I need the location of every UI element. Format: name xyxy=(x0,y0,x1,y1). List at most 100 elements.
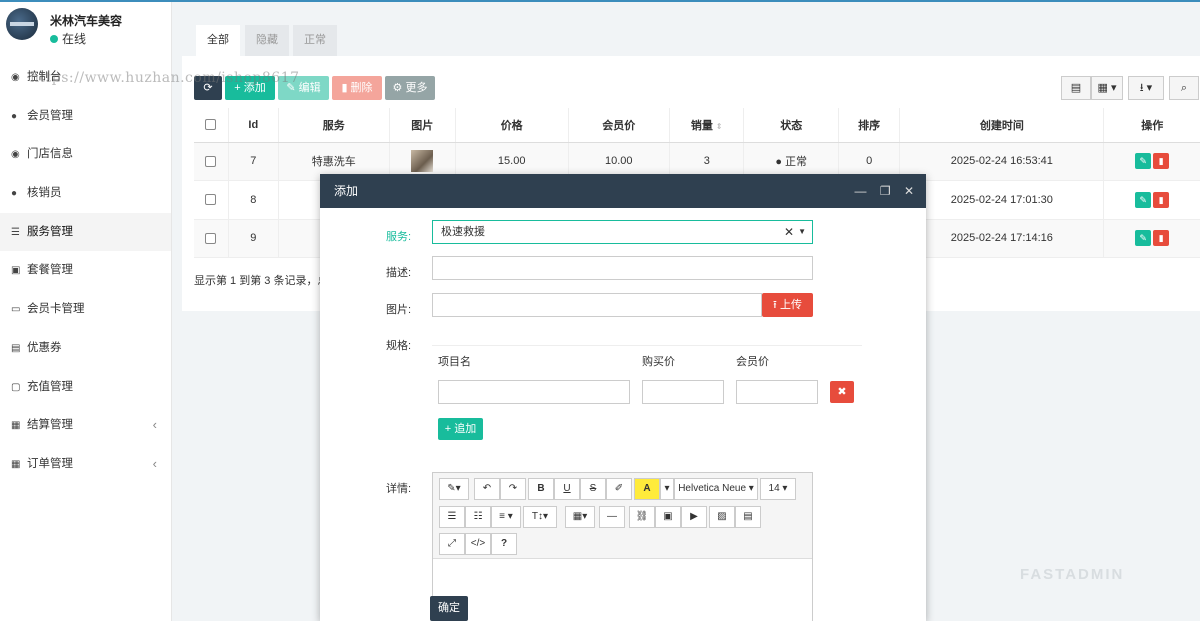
description-input[interactable] xyxy=(432,256,813,280)
sidebar-item-verifier[interactable]: ● 核销员 xyxy=(0,174,171,213)
add-dialog: 添加 — ❐ ✕ 服务: 极速救援 ✕ ▼ 描述: 图片: ⭱ 上传 规格: 项… xyxy=(320,174,926,621)
tab-hidden[interactable]: 隐藏 xyxy=(245,25,289,56)
sidebar-item-packages[interactable]: ▣ 套餐管理 xyxy=(0,251,171,290)
toggle-view-button[interactable]: ▤ xyxy=(1061,76,1091,100)
clear-format-button[interactable]: ✐ xyxy=(606,478,632,500)
minimize-icon[interactable]: — xyxy=(854,184,866,198)
confirm-button[interactable]: 确定 xyxy=(430,596,468,621)
redo-button[interactable]: ↷ xyxy=(500,478,526,500)
column-header[interactable]: Id xyxy=(228,108,279,143)
spec-price-input[interactable] xyxy=(642,380,724,404)
sidebar-item-label: 结算管理 xyxy=(27,419,73,432)
font-color-button[interactable]: A xyxy=(634,478,660,500)
cell-created: 2025-02-24 16:53:41 xyxy=(899,142,1105,181)
spec-header-price: 购买价 xyxy=(642,356,675,368)
edit-row-button[interactable]: ✎ xyxy=(1135,191,1152,208)
link-button[interactable]: ⛓ xyxy=(629,506,655,528)
row-select-cell[interactable] xyxy=(194,142,229,181)
top-accent-line xyxy=(0,0,1200,2)
upload-button[interactable]: ⭱ 上传 xyxy=(762,293,813,317)
user-icon: ● xyxy=(11,110,18,122)
code-view-button[interactable]: </> xyxy=(465,533,491,555)
dialog-controls: — ❐ ✕ xyxy=(844,174,914,208)
search-button[interactable]: ⌕ xyxy=(1169,76,1199,100)
url-watermark: https://www.huzhan.com/ishop8617 xyxy=(30,70,300,86)
avatar[interactable] xyxy=(6,8,38,40)
strikethrough-button[interactable]: S xyxy=(580,478,606,500)
sidebar-item-member-cards[interactable]: ▭ 会员卡管理 xyxy=(0,290,171,329)
table-button[interactable]: ▦▾ xyxy=(565,506,595,528)
add-spec-button[interactable]: + 追加 xyxy=(438,418,483,440)
more-button[interactable]: ⚙ 更多 xyxy=(385,76,435,100)
sidebar-item-settlement[interactable]: ▦ 结算管理 ‹ xyxy=(0,406,171,445)
editor-content-area[interactable] xyxy=(433,559,812,621)
cell-actions: ✎ ▮ xyxy=(1103,180,1200,220)
sidebar-item-orders[interactable]: ▦ 订单管理 ‹ xyxy=(0,445,171,484)
insert-image-file-button[interactable]: ▨ xyxy=(709,506,735,528)
sidebar-item-label: 会员管理 xyxy=(27,109,73,122)
tab-normal[interactable]: 正常 xyxy=(293,25,337,56)
line-height-button[interactable]: T↕▾ xyxy=(523,506,557,528)
delete-row-button[interactable]: ▮ xyxy=(1153,230,1170,247)
table-header-row: Id 服务 图片 价格 会员价 销量 ⇕ 状态 排序 创建时间 操作 xyxy=(194,108,1200,143)
image-input[interactable] xyxy=(432,293,762,317)
service-thumbnail[interactable] xyxy=(411,150,434,173)
tab-all[interactable]: 全部 xyxy=(196,25,240,56)
row-checkbox[interactable] xyxy=(205,232,217,244)
sidebar-item-store[interactable]: ◉ 门店信息 xyxy=(0,135,171,174)
briefcase-icon: ▦ xyxy=(11,420,21,432)
insert-file-button[interactable]: ▤ xyxy=(735,506,761,528)
editor-toolbar: ✎▾ ↶ ↷ B U S ✐ A ▾ Helvetica Neue ▾ 14 ▾… xyxy=(433,473,812,559)
sidebar-item-label: 充值管理 xyxy=(27,380,73,393)
sidebar-item-label: 会员卡管理 xyxy=(27,303,85,316)
column-header-label: 销量 xyxy=(690,119,713,132)
bold-button[interactable]: B xyxy=(528,478,554,500)
fullscreen-button[interactable]: ⤢ xyxy=(439,533,465,555)
row-select-cell[interactable] xyxy=(194,219,229,258)
close-icon[interactable]: ✕ xyxy=(904,184,914,198)
tab-bar: 全部 隐藏 正常 xyxy=(182,14,1200,56)
undo-button[interactable]: ↶ xyxy=(474,478,500,500)
export-dropdown-button[interactable]: ⭳ ▾ xyxy=(1128,76,1164,100)
money-icon: ▢ xyxy=(11,381,21,393)
edit-row-button[interactable]: ✎ xyxy=(1135,153,1152,170)
remove-spec-button[interactable]: ✖ xyxy=(830,381,854,403)
row-checkbox[interactable] xyxy=(205,194,217,206)
video-button[interactable]: ▶ xyxy=(681,506,707,528)
edit-row-button[interactable]: ✎ xyxy=(1135,230,1152,247)
image-button[interactable]: ▣ xyxy=(655,506,681,528)
chevron-left-icon: ‹ xyxy=(152,417,157,433)
delete-button[interactable]: ▮ 删除 xyxy=(332,76,382,100)
sidebar-item-recharge[interactable]: ▢ 充值管理 xyxy=(0,368,171,407)
cell-id: 8 xyxy=(228,180,279,220)
delete-row-button[interactable]: ▮ xyxy=(1153,191,1170,208)
sidebar-item-label: 套餐管理 xyxy=(27,264,73,277)
cell-id: 9 xyxy=(228,219,279,258)
sidebar-item-services[interactable]: ☰ 服务管理 xyxy=(0,212,171,252)
spec-name-input[interactable] xyxy=(438,380,630,404)
column-header-sortable[interactable]: 销量 ⇕ xyxy=(669,108,745,143)
magic-style-button[interactable]: ✎▾ xyxy=(439,478,469,500)
service-select[interactable]: 极速救援 ✕ ▼ xyxy=(432,220,813,244)
spec-member-price-input[interactable] xyxy=(736,380,818,404)
clear-icon[interactable]: ✕ xyxy=(784,221,794,243)
underline-button[interactable]: U xyxy=(554,478,580,500)
users-icon: ● xyxy=(11,188,18,200)
select-all-checkbox[interactable] xyxy=(205,119,217,131)
delete-row-button[interactable]: ▮ xyxy=(1153,153,1170,170)
unordered-list-button[interactable]: ☰ xyxy=(439,506,465,528)
font-size-select[interactable]: 14 ▾ xyxy=(760,478,796,500)
font-color-dropdown[interactable]: ▾ xyxy=(660,478,674,500)
horizontal-rule-button[interactable]: — xyxy=(599,506,625,528)
row-checkbox[interactable] xyxy=(205,155,217,167)
paragraph-align-button[interactable]: ≡ ▾ xyxy=(491,506,521,528)
sidebar-item-coupons[interactable]: ▤ 优惠券 xyxy=(0,329,171,368)
select-all-header[interactable] xyxy=(194,108,229,143)
ordered-list-button[interactable]: ☷ xyxy=(465,506,491,528)
sidebar-item-members[interactable]: ● 会员管理 xyxy=(0,97,171,136)
maximize-icon[interactable]: ❐ xyxy=(880,184,891,198)
font-family-select[interactable]: Helvetica Neue ▾ xyxy=(674,478,758,500)
row-select-cell[interactable] xyxy=(194,180,229,220)
help-button[interactable]: ? xyxy=(491,533,517,555)
columns-dropdown-button[interactable]: ▦ ▾ xyxy=(1091,76,1123,100)
